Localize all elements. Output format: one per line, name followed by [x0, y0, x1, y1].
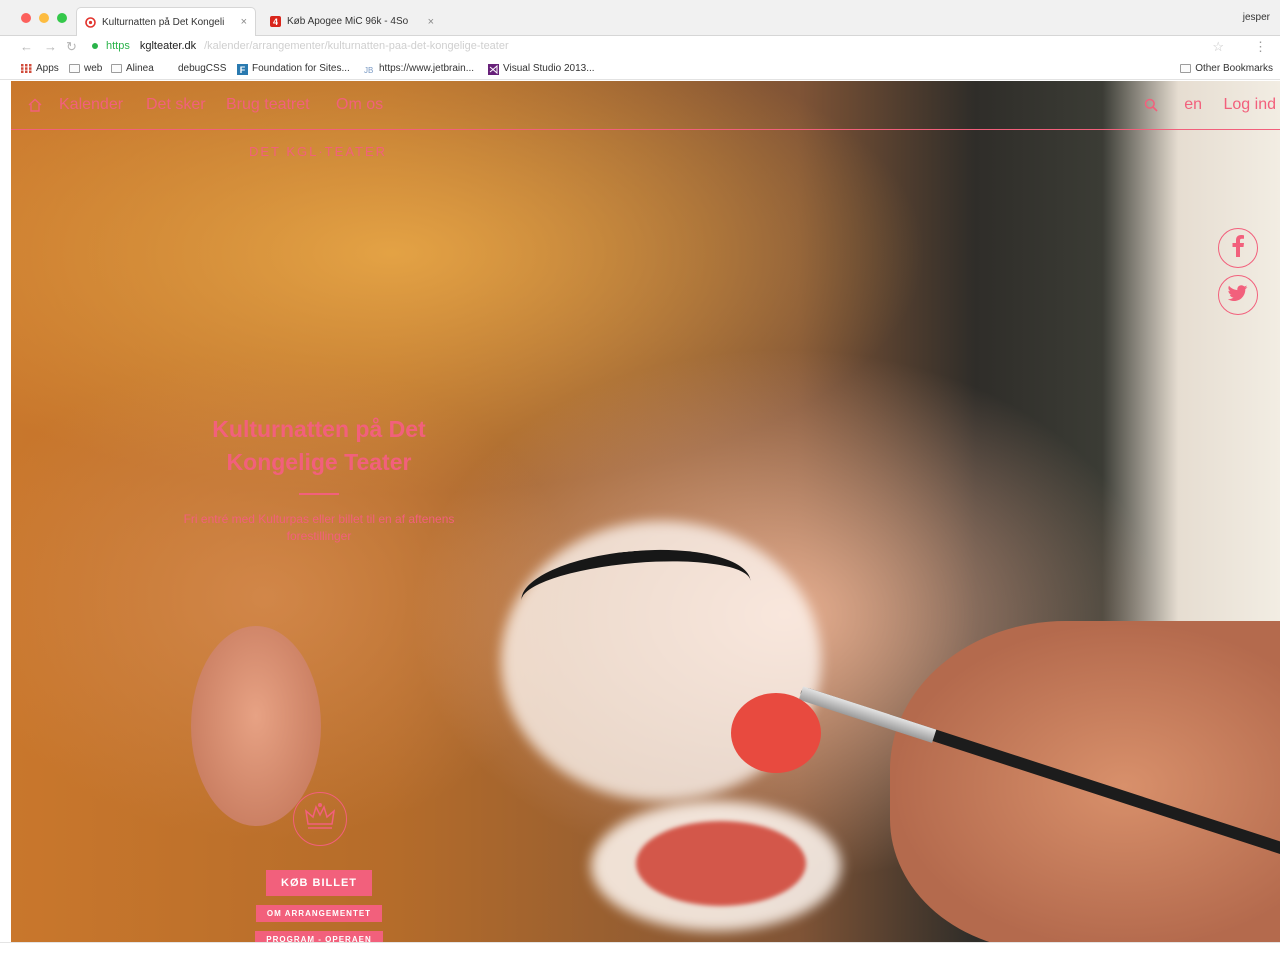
about-event-button[interactable]: OM ARRANGEMENTET: [256, 905, 382, 922]
tab-title: Kulturnatten på Det Kongeli: [102, 16, 225, 28]
login-link[interactable]: Log ind: [1224, 96, 1277, 114]
profile-button[interactable]: jesper: [1243, 12, 1270, 23]
nav-brug-teatret[interactable]: Brug teatret: [226, 96, 310, 114]
bookmark-foundation[interactable]: F Foundation for Sites...: [237, 63, 350, 75]
jetbrains-icon: JB: [364, 64, 375, 75]
browser-window: Kulturnatten på Det Kongeli × 4 Køb Apog…: [0, 0, 1280, 963]
folder-icon: [111, 64, 122, 73]
facebook-icon: [1231, 234, 1245, 262]
hero-section: Kalender Det sker Brug teatret Om os en …: [11, 81, 1280, 942]
foundation-icon: F: [237, 64, 248, 75]
address-bar: ← → ↻ https kglteater.dk /kalender/arran…: [0, 36, 1280, 60]
bookmark-label: Apps: [36, 63, 59, 74]
language-switch[interactable]: en: [1184, 96, 1202, 114]
facebook-share-button[interactable]: [1218, 228, 1258, 268]
url-field[interactable]: https kglteater.dk /kalender/arrangement…: [92, 40, 509, 52]
hero-photo-lips: [636, 821, 806, 906]
back-arrow-icon[interactable]: ←: [20, 39, 33, 54]
buy-ticket-button[interactable]: KØB BILLET: [266, 870, 372, 896]
url-scheme: https: [106, 40, 130, 52]
bookmark-apps[interactable]: Apps: [21, 63, 59, 74]
window-bottom-edge: [0, 942, 1280, 963]
apps-grid-icon: [21, 64, 32, 73]
4sound-favicon-icon: 4: [270, 16, 281, 27]
forward-arrow-icon[interactable]: →: [44, 39, 57, 54]
other-bookmarks[interactable]: Other Bookmarks: [1180, 63, 1273, 74]
bookmark-label: web: [84, 63, 103, 74]
bookmark-jetbrains[interactable]: JB https://www.jetbrain...: [364, 63, 475, 75]
site-navigation: Kalender Det sker Brug teatret Om os en …: [11, 81, 1280, 130]
bookmark-icon: [165, 64, 174, 73]
bookmark-label: https://www.jetbrain...: [379, 63, 475, 74]
bookmark-star-icon[interactable]: ☆: [1212, 39, 1224, 55]
close-window-button[interactable]: [21, 13, 31, 23]
secure-lock-icon: [92, 43, 98, 49]
tab-kulturnatten[interactable]: Kulturnatten på Det Kongeli ×: [76, 7, 256, 36]
kgl-favicon-icon: [85, 16, 96, 28]
tab-apogee[interactable]: 4 Køb Apogee MiC 96k - 4So ×: [262, 7, 442, 36]
hero-photo-ear: [191, 626, 321, 826]
bookmark-alinea[interactable]: Alinea: [111, 63, 154, 74]
bookmark-label: Foundation for Sites...: [252, 63, 350, 74]
site-logo[interactable]: DET KGL·TEATER: [249, 144, 387, 159]
folder-icon: [69, 64, 80, 73]
tab-bar: Kulturnatten på Det Kongeli × 4 Køb Apog…: [0, 0, 1280, 36]
url-host: kglteater.dk: [139, 40, 197, 52]
hero-divider: [299, 493, 339, 495]
reload-icon[interactable]: ↻: [66, 39, 77, 55]
crown-logo: [293, 792, 347, 846]
search-icon[interactable]: [1144, 98, 1158, 112]
hero-subtitle: Fri entré med Kulturpas eller billet til…: [183, 512, 455, 543]
bookmark-label: Visual Studio 2013...: [503, 63, 595, 74]
minimize-window-button[interactable]: [39, 13, 49, 23]
bookmarks-bar: Apps web Alinea debugCSS F Foundation fo…: [0, 60, 1280, 80]
other-bookmarks-label: Other Bookmarks: [1195, 63, 1273, 74]
bookmark-visual-studio[interactable]: Visual Studio 2013...: [488, 63, 595, 75]
folder-icon: [1180, 64, 1192, 73]
nav-om-os[interactable]: Om os: [336, 96, 383, 114]
hero-photo-nose: [731, 693, 821, 773]
hero-title: Kulturnatten på Det Kongelige Teater: [212, 416, 426, 475]
svg-text:4: 4: [273, 17, 278, 27]
svg-text:JB: JB: [364, 66, 373, 75]
program-button[interactable]: PROGRAM - OPERAEN: [255, 931, 383, 942]
bookmark-debugcss[interactable]: debugCSS: [165, 63, 226, 74]
svg-text:F: F: [240, 65, 246, 75]
url-path: /kalender/arrangementer/kulturnatten-paa…: [204, 40, 509, 52]
menu-kebab-icon[interactable]: ⋮: [1254, 39, 1267, 55]
nav-kalender[interactable]: Kalender: [59, 96, 123, 114]
crown-icon: [303, 802, 337, 837]
tab-title: Køb Apogee MiC 96k - 4So: [287, 16, 409, 27]
tab-close-icon[interactable]: ×: [428, 16, 434, 28]
bookmark-web[interactable]: web: [69, 63, 102, 74]
bookmark-label: Alinea: [126, 63, 154, 74]
visual-studio-icon: [488, 64, 499, 75]
nav-det-sker[interactable]: Det sker: [146, 96, 206, 114]
twitter-share-button[interactable]: [1218, 275, 1258, 315]
maximize-window-button[interactable]: [57, 13, 67, 23]
twitter-icon: [1227, 284, 1248, 306]
tab-close-icon[interactable]: ×: [241, 16, 247, 28]
home-icon[interactable]: [27, 97, 43, 113]
bookmark-label: debugCSS: [178, 63, 227, 74]
